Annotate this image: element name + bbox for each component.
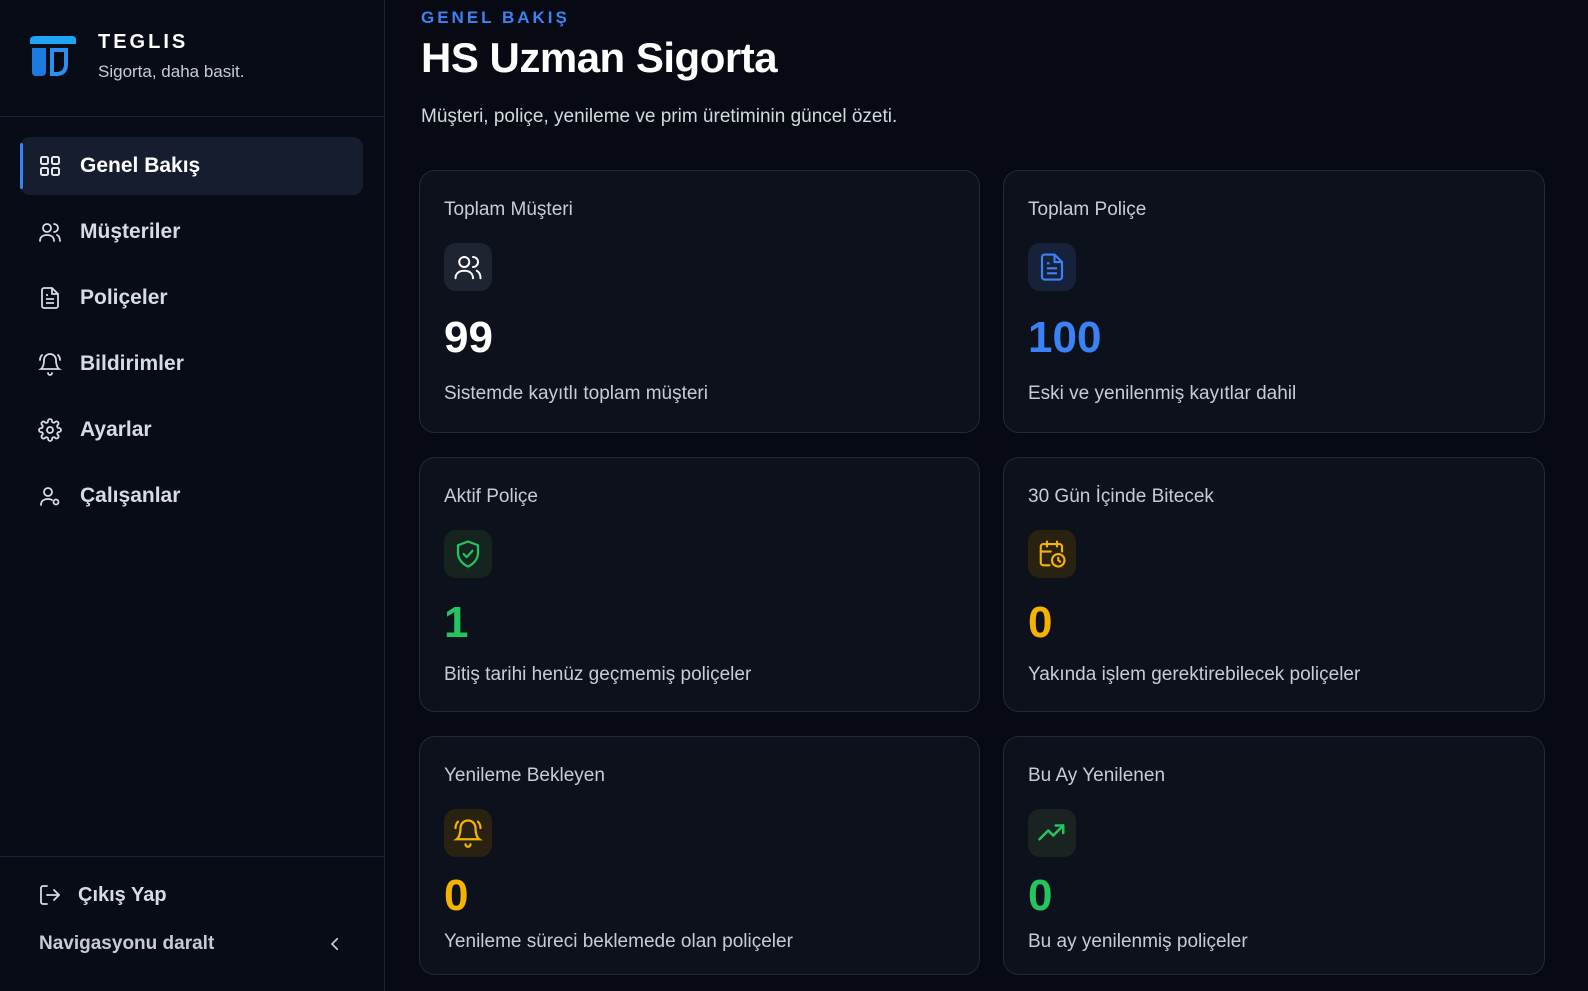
nav-item-musteriler[interactable]: Müşteriler xyxy=(20,203,363,261)
stat-card-aktif-police: Aktif Poliçe 1 Bitiş tarihi henüz geçmem… xyxy=(419,457,980,712)
page-title: HS Uzman Sigorta xyxy=(421,34,778,81)
calendar-clock-icon xyxy=(1028,530,1076,578)
nav-label: Çalışanlar xyxy=(80,484,181,507)
brand-name: TEGLIS xyxy=(98,31,189,53)
nav-item-calisanlar[interactable]: Çalışanlar xyxy=(20,467,363,525)
trending-up-icon xyxy=(1028,809,1076,857)
teglis-logo-icon xyxy=(30,36,76,76)
page-subtitle: Müşteri, poliçe, yenileme ve prim üretim… xyxy=(421,106,898,127)
document-icon xyxy=(38,286,62,310)
stat-value: 0 xyxy=(1028,871,1053,920)
brand-tagline: Sigorta, daha basit. xyxy=(98,62,245,81)
main-nav: Genel Bakış Müşteriler Poliçeler Bildiri… xyxy=(20,137,363,533)
nav-label: Poliçeler xyxy=(80,286,168,309)
collapse-nav-button[interactable]: Navigasyonu daralt xyxy=(39,933,344,955)
users-icon xyxy=(444,243,492,291)
sidebar-footer: Çıkış Yap Navigasyonu daralt xyxy=(0,856,384,991)
stat-description: Yenileme süreci beklemede olan poliçeler xyxy=(444,931,793,952)
stat-description: Bitiş tarihi henüz geçmemiş poliçeler xyxy=(444,664,752,685)
nav-label: Bildirimler xyxy=(80,352,184,375)
chevron-left-icon xyxy=(330,937,339,951)
stat-value: 0 xyxy=(1028,598,1053,647)
nav-label: Genel Bakış xyxy=(80,154,201,177)
brand: TEGLIS Sigorta, daha basit. xyxy=(0,0,384,117)
logout-icon xyxy=(40,885,60,905)
stat-label: Aktif Poliçe xyxy=(444,486,538,507)
logout-button[interactable]: Çıkış Yap xyxy=(38,883,167,907)
page-eyebrow: GENEL BAKIŞ xyxy=(421,8,570,27)
stat-label: Toplam Poliçe xyxy=(1028,199,1147,220)
stat-card-toplam-musteri: Toplam Müşteri 99 Sistemde kayıtlı topla… xyxy=(419,170,980,433)
nav-label: Müşteriler xyxy=(80,220,181,243)
stat-label: Toplam Müşteri xyxy=(444,199,573,220)
bell-icon xyxy=(38,352,62,376)
stat-description: Yakında işlem gerektirebilecek poliçeler xyxy=(1028,664,1361,685)
stat-value: 0 xyxy=(444,871,469,920)
stat-value: 100 xyxy=(1028,313,1102,362)
user-icon xyxy=(38,484,62,508)
stat-description: Eski ve yenilenmiş kayıtlar dahil xyxy=(1028,383,1297,404)
users-icon xyxy=(38,220,62,244)
bell-icon xyxy=(444,809,492,857)
nav-item-policeler[interactable]: Poliçeler xyxy=(20,269,363,327)
stat-card-yenileme-bekleyen: Yenileme Bekleyen 0 Yenileme süreci bekl… xyxy=(419,736,980,975)
collapse-label: Navigasyonu daralt xyxy=(39,933,215,954)
stat-card-bu-ay-yenilenen: Bu Ay Yenilenen 0 Bu ay yenilenmiş poliç… xyxy=(1003,736,1545,975)
nav-label: Ayarlar xyxy=(80,418,152,441)
stat-card-toplam-police: Toplam Poliçe 100 Eski ve yenilenmiş kay… xyxy=(1003,170,1545,433)
nav-item-ayarlar[interactable]: Ayarlar xyxy=(20,401,363,459)
gear-icon xyxy=(38,418,62,442)
stat-label: 30 Gün İçinde Bitecek xyxy=(1028,486,1214,507)
stat-label: Bu Ay Yenilenen xyxy=(1028,765,1166,786)
stat-description: Sistemde kayıtlı toplam müşteri xyxy=(444,383,708,404)
stat-description: Bu ay yenilenmiş poliçeler xyxy=(1028,931,1248,952)
stat-card-30-gun: 30 Gün İçinde Bitecek 0 Yakında işlem ge… xyxy=(1003,457,1545,712)
stat-value: 99 xyxy=(444,313,493,362)
nav-item-bildirimler[interactable]: Bildirimler xyxy=(20,335,363,393)
nav-item-genel-bakis[interactable]: Genel Bakış xyxy=(20,137,363,195)
stat-value: 1 xyxy=(444,598,469,647)
logout-label: Çıkış Yap xyxy=(78,883,167,906)
sidebar: TEGLIS Sigorta, daha basit. Genel Bakış … xyxy=(0,0,385,991)
stat-label: Yenileme Bekleyen xyxy=(444,765,605,786)
shield-check-icon xyxy=(444,530,492,578)
grid-icon xyxy=(38,154,62,178)
document-icon xyxy=(1028,243,1076,291)
